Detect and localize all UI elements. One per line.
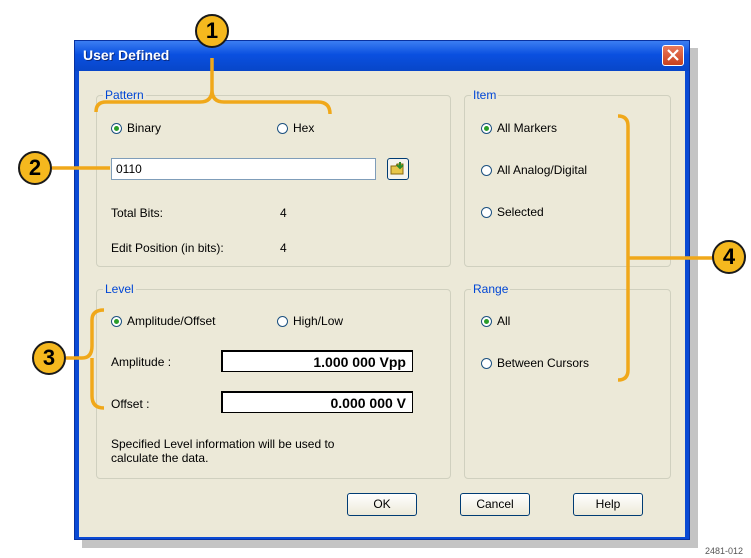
callout-leaders <box>52 58 720 410</box>
leader-1 <box>94 58 332 115</box>
callout-1: 1 <box>195 14 229 48</box>
leader-4 <box>617 114 720 382</box>
callout-3: 3 <box>32 341 66 375</box>
callout-2: 2 <box>18 151 52 185</box>
leader-3 <box>66 308 105 410</box>
figure-id: 2481-012 <box>704 546 743 556</box>
callout-4: 4 <box>712 240 746 274</box>
